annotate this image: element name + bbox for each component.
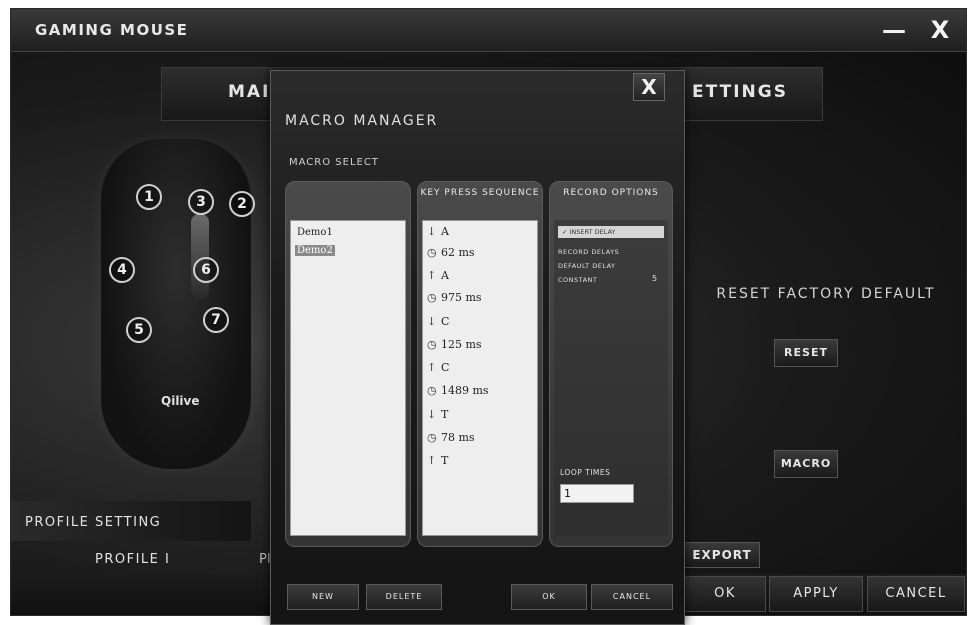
mouse-body [101,139,251,469]
clock-icon: ◷ [427,431,437,444]
macro-list: Demo1 Demo2 [290,220,406,536]
sequence-row[interactable]: ↑ A [427,269,449,282]
key-up-icon: ↑ [427,269,437,282]
ok-button[interactable]: OK [684,576,766,612]
sequence-row-text: 125 ms [441,338,482,351]
macro-select-label: MACRO SELECT [289,157,379,168]
dialog-close-button[interactable]: X [633,73,665,101]
sequence-row-text: A [441,225,449,238]
record-options-header: RECORD OPTIONS [563,188,659,198]
sequence-row[interactable]: ↓ C [427,315,449,328]
record-options-panel: RECORD OPTIONS ✓ INSERT DELAY RECORD DEL… [549,181,673,547]
sequence-row-text: 975 ms [441,291,482,304]
mouse-button-1[interactable]: 1 [136,184,162,210]
insert-delay-checkbox[interactable]: ✓ INSERT DELAY [558,226,664,238]
sequence-row[interactable]: ↓ A [427,225,449,238]
sequence-row[interactable]: ◷ 125 ms [427,338,482,351]
sequence-row[interactable]: ◷ 78 ms [427,431,475,444]
macro-manager-dialog: X MACRO MANAGER MACRO SELECT Demo1 Demo2… [270,70,685,625]
dialog-title: MACRO MANAGER [285,113,439,129]
dialog-cancel-button[interactable]: CANCEL [591,584,673,610]
sequence-row[interactable]: ↓ T [427,408,448,421]
tab-settings[interactable]: ETTINGS [692,82,788,102]
clock-icon: ◷ [427,384,437,397]
mouse-button-2[interactable]: 2 [229,191,255,217]
reset-button[interactable]: RESET [774,339,838,367]
record-delays-option[interactable]: RECORD DELAYS [558,248,619,256]
profile-setting-header: PROFILE SETTING [11,501,251,541]
macro-item-demo2[interactable]: Demo2 [295,245,335,256]
key-up-icon: ↑ [427,361,437,374]
macro-list-panel: Demo1 Demo2 [285,181,411,547]
delete-macro-button[interactable]: DELETE [366,584,442,610]
profile-setting-label: PROFILE SETTING [25,515,162,530]
sequence-row-text: 78 ms [441,431,475,444]
tab-main[interactable]: MAI [228,82,270,102]
new-macro-button[interactable]: NEW [287,584,359,610]
clock-icon: ◷ [427,338,437,351]
sequence-row-text: T [441,408,449,421]
key-down-icon: ↓ [427,315,437,328]
sequence-row-text: T [441,454,449,467]
sequence-row[interactable]: ◷ 975 ms [427,291,482,304]
record-options-body: ✓ INSERT DELAY RECORD DELAYS DEFAULT DEL… [554,220,668,536]
mouse-button-5[interactable]: 5 [126,317,152,343]
brand-logo: Qilive [161,394,200,408]
sequence-row[interactable]: ↑ T [427,454,448,467]
key-down-icon: ↓ [427,225,437,238]
sequence-panel: KEY PRESS SEQUENCE ↓ A ◷ 62 ms ↑ A ◷ 975 ms … [417,181,543,547]
apply-button[interactable]: APPLY [769,576,863,612]
reset-factory-default-label: RESET FACTORY DEFAULT [716,286,936,302]
mouse-button-4[interactable]: 4 [109,257,135,283]
sequence-row-text: 62 ms [441,246,475,259]
clock-icon: ◷ [427,246,437,259]
default-delay-option[interactable]: DEFAULT DELAY [558,262,616,270]
mouse-button-7[interactable]: 7 [203,307,229,333]
mouse-illustration: 1 2 3 4 5 6 7 Qilive [91,129,271,489]
minimize-button[interactable]: — [879,15,909,45]
key-up-icon: ↑ [427,454,437,467]
macro-item-demo1[interactable]: Demo1 [295,227,335,238]
key-down-icon: ↓ [427,408,437,421]
sequence-row-text: 1489 ms [441,384,489,397]
clock-icon: ◷ [427,291,437,304]
loop-times-input[interactable] [560,484,634,503]
sequence-list: ↓ A ◷ 62 ms ↑ A ◷ 975 ms ↓ C ◷ 125 ms ↑ C ◷ 1489… [422,220,538,536]
title-bar: GAMING MOUSE — X [11,9,966,52]
sequence-row-text: A [441,269,449,282]
constant-value[interactable]: 5 [652,274,658,283]
export-button[interactable]: EXPORT [684,542,760,568]
constant-option[interactable]: CONSTANT [558,276,597,284]
close-button[interactable]: X [925,15,955,45]
sequence-row[interactable]: ↑ C [427,361,449,374]
sequence-row[interactable]: ◷ 1489 ms [427,384,489,397]
mouse-button-3[interactable]: 3 [188,189,214,215]
profile-tab-2[interactable]: PI [259,552,271,567]
app-title: GAMING MOUSE [35,21,189,39]
sequence-row-text: C [441,315,450,328]
macro-button[interactable]: MACRO [774,450,838,478]
profile-tab-1[interactable]: PROFILE I [95,552,170,567]
sequence-header: KEY PRESS SEQUENCE [420,188,540,198]
sequence-row-text: C [441,361,450,374]
cancel-button[interactable]: CANCEL [867,576,965,612]
loop-times-label: LOOP TIMES [560,468,611,477]
sequence-row[interactable]: ◷ 62 ms [427,246,475,259]
mouse-button-6[interactable]: 6 [193,257,219,283]
dialog-ok-button[interactable]: OK [511,584,587,610]
